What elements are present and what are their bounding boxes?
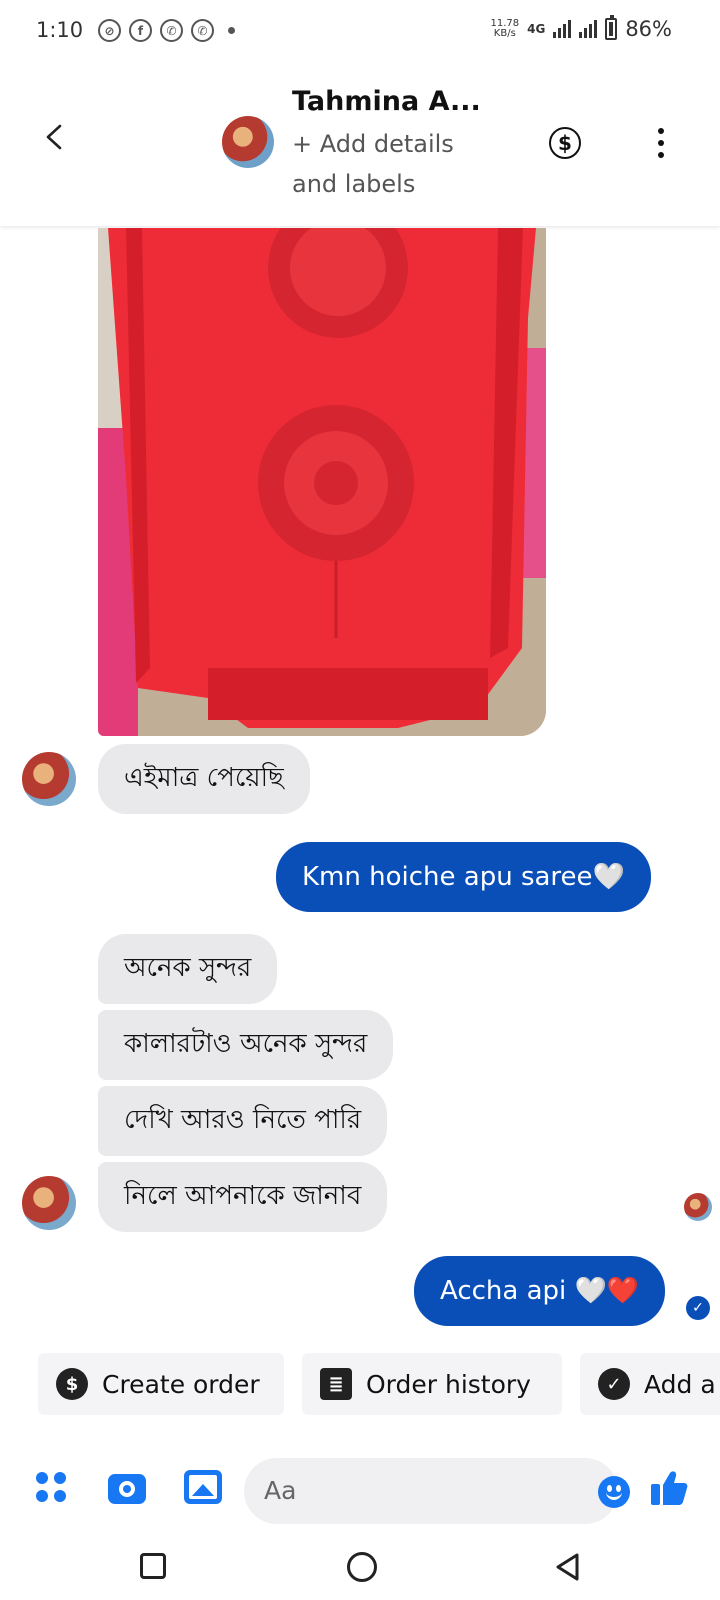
status-time: 1:10 — [36, 18, 84, 42]
network-speed: 11.78 KB/s — [490, 19, 519, 39]
contact-name[interactable]: Tahmina A... — [292, 86, 481, 117]
thumbs-up-icon[interactable] — [650, 1470, 688, 1506]
sender-avatar[interactable] — [22, 752, 76, 806]
payment-button[interactable]: $ — [549, 127, 581, 159]
home-icon[interactable] — [347, 1552, 377, 1582]
seen-by-avatar — [684, 1193, 712, 1221]
facebook-notification-icon: f — [129, 19, 152, 42]
whatsapp-notification-icon: ✆ — [160, 19, 183, 42]
add-label-text: Add a — [644, 1369, 716, 1399]
incoming-message[interactable]: অনেক সুন্দর — [98, 934, 278, 1004]
incoming-message[interactable]: দেখি আরও নিতে পারি — [98, 1086, 388, 1156]
incoming-message[interactable]: কালারটাও অনেক সুন্দর — [98, 1010, 394, 1080]
sender-avatar[interactable] — [22, 1176, 76, 1230]
gallery-icon[interactable] — [184, 1470, 222, 1504]
saree-photo — [98, 228, 546, 736]
add-label-button[interactable]: ✓ Add a — [580, 1353, 720, 1415]
network-speed-unit: KB/s — [493, 28, 516, 39]
checkmark-icon: ✓ — [598, 1368, 630, 1400]
shared-photo-message[interactable] — [98, 228, 546, 736]
message-input[interactable]: Aa — [244, 1458, 630, 1524]
whatsapp-business-notification-icon: ✆ — [191, 19, 214, 42]
battery-percent: 86% — [625, 17, 672, 41]
incoming-message[interactable]: নিলে আপনাকে জানাব — [98, 1162, 388, 1232]
delivered-check-icon: ✓ — [686, 1296, 710, 1320]
network-type: 4G — [527, 22, 546, 36]
create-order-label: Create order — [102, 1369, 260, 1399]
app-notification-icon: ⊘ — [98, 19, 121, 42]
emoji-icon[interactable] — [598, 1476, 630, 1508]
order-history-button[interactable]: ≣ Order history — [302, 1353, 562, 1415]
notification-icons: ⊘ f ✆ ✆ — [98, 19, 235, 42]
contact-avatar[interactable] — [222, 116, 274, 168]
signal-2-icon — [579, 20, 598, 38]
add-details-link[interactable]: + Add details and labels — [292, 124, 502, 204]
camera-icon[interactable] — [108, 1474, 146, 1504]
system-navigation-bar — [0, 1536, 720, 1600]
outgoing-message[interactable]: Kmn hoiche apu saree🤍 — [276, 842, 651, 912]
more-options-icon[interactable] — [656, 128, 666, 158]
dollar-icon: $ — [56, 1368, 88, 1400]
back-icon[interactable] — [553, 1552, 583, 1582]
incoming-message[interactable]: এইমাত্র পেয়েছি — [98, 744, 310, 814]
back-arrow-icon[interactable] — [42, 124, 68, 150]
message-composer: Aa — [0, 1440, 720, 1536]
recent-apps-icon[interactable] — [140, 1553, 166, 1579]
order-history-label: Order history — [366, 1369, 531, 1399]
chat-header: Tahmina A... + Add details and labels $ — [0, 64, 720, 226]
create-order-button[interactable]: $ Create order — [38, 1353, 284, 1415]
dollar-icon: $ — [558, 131, 572, 155]
more-actions-icon[interactable] — [36, 1472, 68, 1504]
system-indicators: 11.78 KB/s 4G 86% — [490, 15, 672, 41]
outgoing-message[interactable]: Accha api 🤍❤️ — [414, 1256, 666, 1326]
receipt-icon: ≣ — [320, 1368, 352, 1400]
battery-icon — [605, 15, 618, 40]
signal-icon — [553, 20, 572, 38]
more-notifications-dot-icon — [228, 27, 235, 34]
status-bar: 1:10 ⊘ f ✆ ✆ 11.78 KB/s 4G 86% — [0, 0, 720, 64]
message-input-placeholder: Aa — [264, 1476, 297, 1505]
